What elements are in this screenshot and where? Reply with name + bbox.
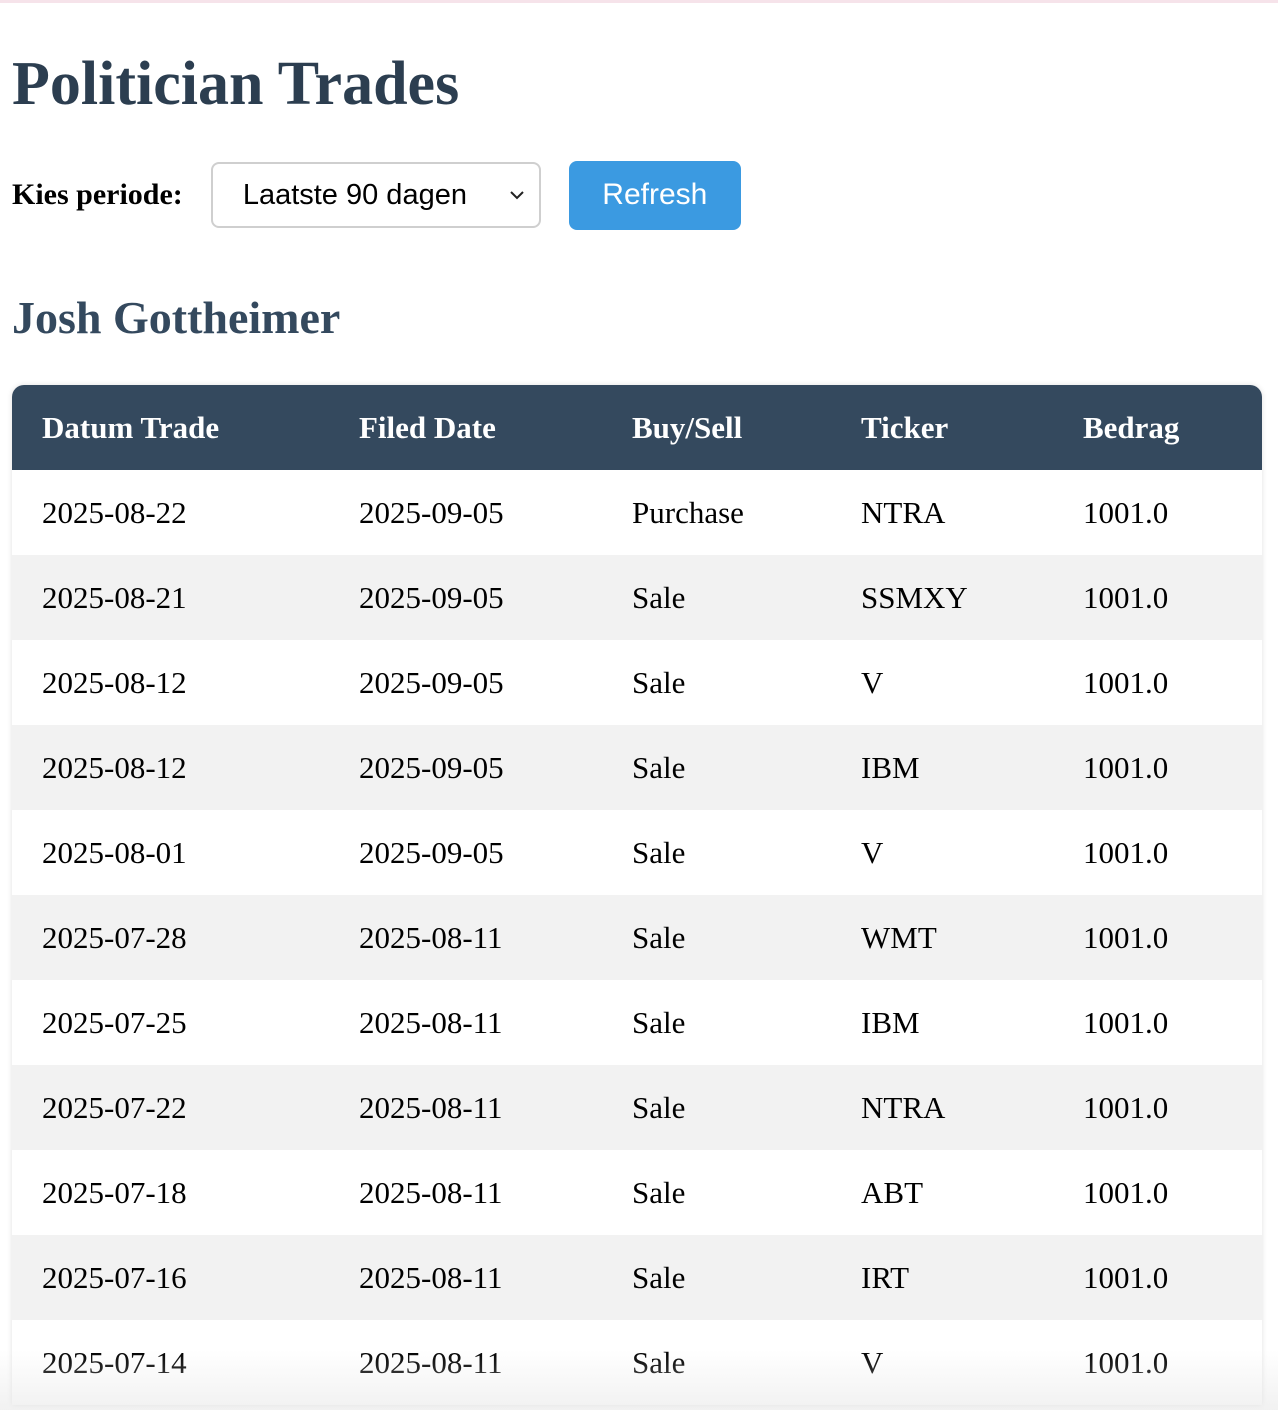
cell-ticker: ABT bbox=[831, 1150, 1053, 1235]
cell-filed-date: 2025-08-11 bbox=[329, 1150, 602, 1235]
chevron-down-icon bbox=[510, 191, 524, 200]
cell-transaction-type: Sale bbox=[602, 810, 831, 895]
header-filed-date: Filed Date bbox=[329, 385, 602, 470]
cell-amount: 1001.0 bbox=[1053, 1235, 1262, 1320]
cell-transaction-type: Sale bbox=[602, 1235, 831, 1320]
cell-trade-date: 2025-08-12 bbox=[12, 725, 329, 810]
table-row: 2025-08-22 2025-09-05 Purchase NTRA 1001.0 bbox=[12, 470, 1262, 555]
cell-ticker: SSMXY bbox=[831, 555, 1053, 640]
cell-amount: 1001.0 bbox=[1053, 555, 1262, 640]
cell-amount: 1001.0 bbox=[1053, 640, 1262, 725]
cell-transaction-type: Sale bbox=[602, 640, 831, 725]
cell-filed-date: 2025-08-11 bbox=[329, 980, 602, 1065]
cell-trade-date: 2025-08-21 bbox=[12, 555, 329, 640]
cell-trade-date: 2025-07-18 bbox=[12, 1150, 329, 1235]
cell-amount: 1001.0 bbox=[1053, 1065, 1262, 1150]
table-row: 2025-07-28 2025-08-11 Sale WMT 1001.0 bbox=[12, 895, 1262, 980]
period-select-value: Laatste 90 dagen bbox=[242, 178, 467, 211]
header-buy-sell: Buy/Sell bbox=[602, 385, 831, 470]
header-bedrag: Bedrag bbox=[1053, 385, 1262, 470]
cell-transaction-type: Sale bbox=[602, 980, 831, 1065]
cell-amount: 1001.0 bbox=[1053, 980, 1262, 1065]
cell-amount: 1001.0 bbox=[1053, 895, 1262, 980]
page-title: Politician Trades bbox=[12, 50, 460, 118]
cell-transaction-type: Sale bbox=[602, 555, 831, 640]
refresh-button[interactable]: Refresh bbox=[568, 160, 741, 230]
cell-ticker: V bbox=[831, 810, 1053, 895]
cell-trade-date: 2025-07-25 bbox=[12, 980, 329, 1065]
cell-ticker: IBM bbox=[831, 980, 1053, 1065]
cell-trade-date: 2025-08-12 bbox=[12, 640, 329, 725]
cell-transaction-type: Sale bbox=[602, 1065, 831, 1150]
cell-ticker: IRT bbox=[831, 1235, 1053, 1320]
table-row: 2025-07-16 2025-08-11 Sale IRT 1001.0 bbox=[12, 1235, 1262, 1320]
table-row: 2025-08-12 2025-09-05 Sale IBM 1001.0 bbox=[12, 725, 1262, 810]
table-row: 2025-08-21 2025-09-05 Sale SSMXY 1001.0 bbox=[12, 555, 1262, 640]
cell-filed-date: 2025-08-11 bbox=[329, 895, 602, 980]
cell-ticker: V bbox=[831, 1320, 1053, 1405]
table-row: 2025-07-25 2025-08-11 Sale IBM 1001.0 bbox=[12, 980, 1262, 1065]
cell-transaction-type: Sale bbox=[602, 1320, 831, 1405]
cell-trade-date: 2025-08-22 bbox=[12, 470, 329, 555]
cell-filed-date: 2025-09-05 bbox=[329, 470, 602, 555]
cell-transaction-type: Sale bbox=[602, 895, 831, 980]
cell-ticker: V bbox=[831, 640, 1053, 725]
header-datum-trade: Datum Trade bbox=[12, 385, 329, 470]
table-row: 2025-07-18 2025-08-11 Sale ABT 1001.0 bbox=[12, 1150, 1262, 1235]
cell-filed-date: 2025-08-11 bbox=[329, 1065, 602, 1150]
politician-name: Josh Gottheimer bbox=[12, 292, 341, 343]
period-label: Kies periode: bbox=[12, 178, 183, 211]
cell-amount: 1001.0 bbox=[1053, 1150, 1262, 1235]
cell-amount: 1001.0 bbox=[1053, 1320, 1262, 1405]
header-ticker: Ticker bbox=[831, 385, 1053, 470]
period-controls: Kies periode: Laatste 90 dagen Refresh bbox=[12, 160, 741, 230]
cell-transaction-type: Purchase bbox=[602, 470, 831, 555]
cell-transaction-type: Sale bbox=[602, 725, 831, 810]
cell-trade-date: 2025-07-14 bbox=[12, 1320, 329, 1405]
period-select[interactable]: Laatste 90 dagen bbox=[210, 162, 541, 228]
cell-ticker: NTRA bbox=[831, 470, 1053, 555]
cell-filed-date: 2025-08-11 bbox=[329, 1235, 602, 1320]
cell-ticker: WMT bbox=[831, 895, 1053, 980]
cell-transaction-type: Sale bbox=[602, 1150, 831, 1235]
table-row: 2025-07-22 2025-08-11 Sale NTRA 1001.0 bbox=[12, 1065, 1262, 1150]
cell-trade-date: 2025-08-01 bbox=[12, 810, 329, 895]
cell-ticker: IBM bbox=[831, 725, 1053, 810]
table-row: 2025-07-14 2025-08-11 Sale V 1001.0 bbox=[12, 1320, 1262, 1405]
cell-trade-date: 2025-07-28 bbox=[12, 895, 329, 980]
cell-filed-date: 2025-09-05 bbox=[329, 640, 602, 725]
table-row: 2025-08-01 2025-09-05 Sale V 1001.0 bbox=[12, 810, 1262, 895]
cell-filed-date: 2025-09-05 bbox=[329, 555, 602, 640]
top-border bbox=[0, 0, 1278, 3]
cell-amount: 1001.0 bbox=[1053, 725, 1262, 810]
table-body: 2025-08-22 2025-09-05 Purchase NTRA 1001.0 20… bbox=[12, 470, 1262, 1405]
cell-filed-date: 2025-08-11 bbox=[329, 1320, 602, 1405]
cell-filed-date: 2025-09-05 bbox=[329, 725, 602, 810]
table-row: 2025-08-12 2025-09-05 Sale V 1001.0 bbox=[12, 640, 1262, 725]
cell-amount: 1001.0 bbox=[1053, 470, 1262, 555]
trades-table-container: Datum Trade Filed Date Buy/Sell Ticker Bedra… bbox=[12, 385, 1262, 1405]
cell-ticker: NTRA bbox=[831, 1065, 1053, 1150]
cell-trade-date: 2025-07-16 bbox=[12, 1235, 329, 1320]
cell-filed-date: 2025-09-05 bbox=[329, 810, 602, 895]
cell-amount: 1001.0 bbox=[1053, 810, 1262, 895]
table-header-row: Datum Trade Filed Date Buy/Sell Ticker Bedra… bbox=[12, 385, 1262, 470]
cell-trade-date: 2025-07-22 bbox=[12, 1065, 329, 1150]
trades-table: Datum Trade Filed Date Buy/Sell Ticker Bedra… bbox=[12, 385, 1262, 1405]
